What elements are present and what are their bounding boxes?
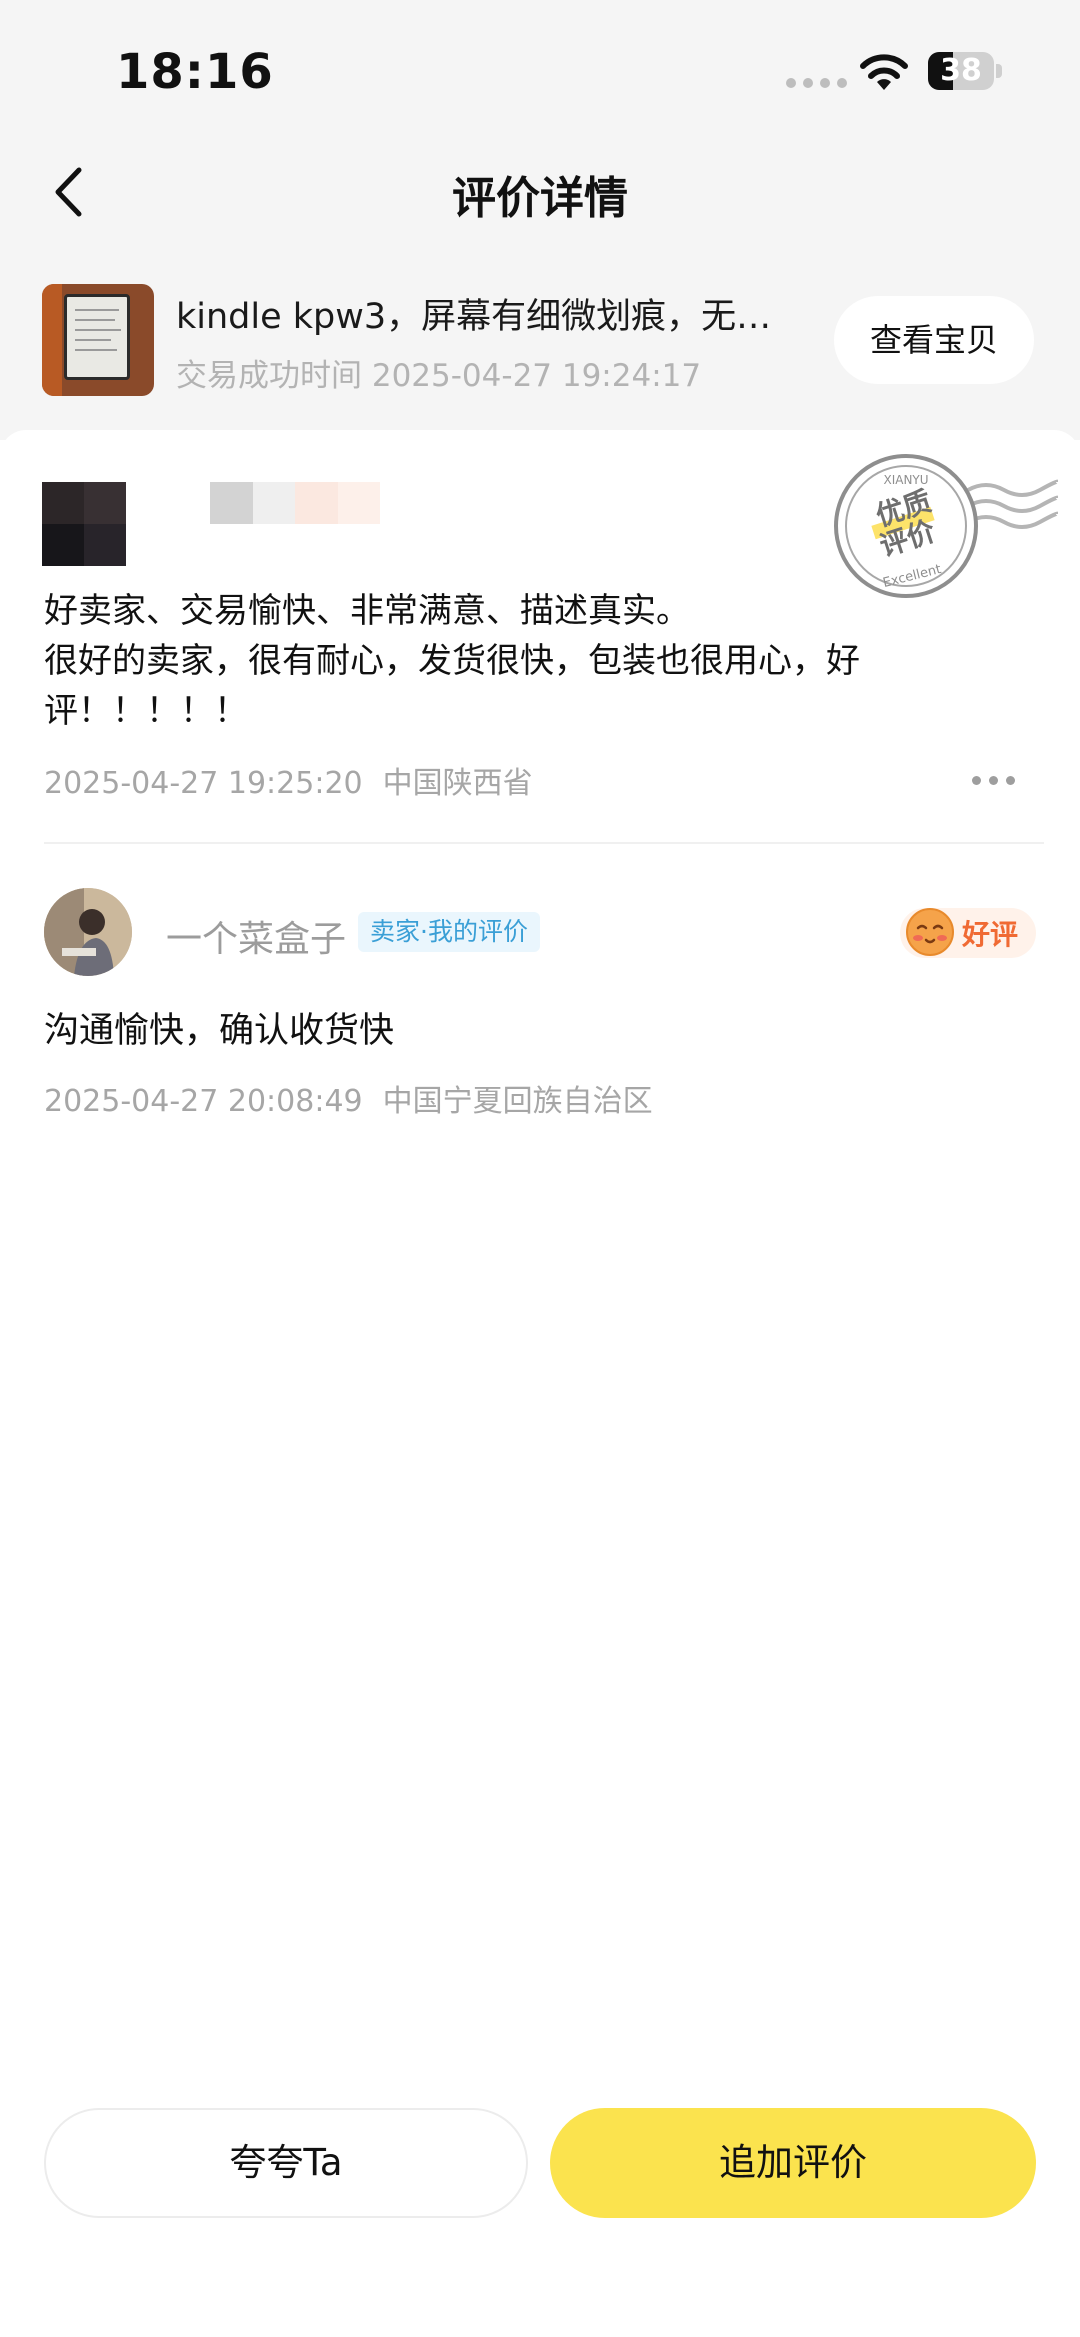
praise-button[interactable]: 夸夸Ta (44, 2108, 528, 2218)
product-thumbnail[interactable] (42, 284, 154, 396)
more-options-icon[interactable] (972, 770, 1022, 790)
cellular-signal-icon (786, 78, 847, 88)
status-time: 18:16 (116, 44, 274, 100)
review-line: 好卖家、交易愉快、非常满意、描述真实。 (44, 591, 690, 631)
review-location: 中国陕西省 (382, 766, 533, 801)
seller-name[interactable]: 一个菜盒子 (166, 910, 346, 962)
review-line: 很好的卖家，很有耐心，发货很快，包装也很用心，好 (44, 641, 860, 681)
buyer-review-meta: 2025-04-27 19:25:20 中国陕西省 (44, 758, 533, 802)
add-review-button[interactable]: 追加评价 (550, 2108, 1036, 2218)
transaction-time: 交易成功时间 2025-04-27 19:24:17 (176, 358, 702, 394)
quality-review-stamp: XIANYU 优质 评价 Excellent (834, 454, 1058, 598)
seller-avatar[interactable] (44, 888, 132, 976)
product-title[interactable]: kindle kpw3，屏幕有细微划痕，无… (176, 288, 796, 339)
view-item-button[interactable]: 查看宝贝 (834, 296, 1034, 384)
reviewer-avatar[interactable] (42, 482, 126, 566)
seller-comment: 沟通愉快，确认收货快 (44, 1011, 395, 1051)
smiley-face-icon (906, 908, 954, 956)
seller-review-location: 中国宁夏回族自治区 (382, 1084, 653, 1119)
seller-review-meta: 2025-04-27 20:08:49 中国宁夏回族自治区 (44, 1076, 653, 1120)
seller-review-date: 2025-04-27 20:08:49 (44, 1084, 363, 1119)
rating-label: 好评 (962, 918, 1019, 951)
review-date: 2025-04-27 19:25:20 (44, 766, 363, 801)
status-bar: 18:16 38 (0, 0, 1080, 130)
buyer-review-text: 好卖家、交易愉快、非常满意、描述真实。 很好的卖家，很有耐心，发货很快，包装也很… (44, 586, 944, 736)
wifi-icon (860, 54, 908, 90)
battery-icon: 38 (928, 52, 1002, 90)
chevron-left-icon (55, 167, 82, 217)
page-title: 评价详情 (452, 173, 628, 224)
review-line: 评！！！！！ (44, 691, 248, 731)
back-button[interactable] (40, 160, 96, 224)
reviewer-name-blurred (210, 482, 380, 524)
seller-tag-badge: 卖家·我的评价 (358, 912, 540, 952)
divider (44, 842, 1044, 844)
battery-level: 38 (940, 53, 982, 88)
